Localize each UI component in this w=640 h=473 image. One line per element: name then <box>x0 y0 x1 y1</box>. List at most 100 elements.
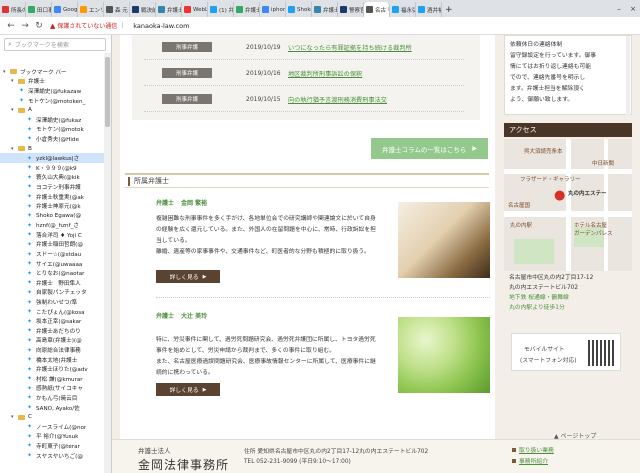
bookmark-item[interactable]: ✦ 自家製パンチェッタ <box>0 288 111 298</box>
column-more-button[interactable]: 弁護士コラムの一覧はこちら ▶ <box>371 138 488 159</box>
lawyer-detail-button[interactable]: 詳しく見る ▶ <box>156 383 220 396</box>
tab-favicon-icon <box>366 6 373 13</box>
category-badge: 刑事弁護 <box>162 42 212 52</box>
lawyers-section-title: 所属弁護士 <box>125 173 489 188</box>
bookmark-item[interactable]: ✦ モトケン(@motoken_ <box>0 96 111 106</box>
bookmark-item[interactable]: ✦ 弁護士ほりた(@adv <box>0 364 111 374</box>
browser-tab[interactable]: Shoko× <box>286 2 312 17</box>
column-title-link[interactable]: 地区裁判所刑事訴訟の保釈 <box>288 69 362 78</box>
browser-tab[interactable]: 弁護士× <box>234 2 260 17</box>
bookmark-item[interactable]: ✦ 寺町東子(@terar <box>0 441 111 451</box>
browser-tab[interactable]: 弁護士× <box>312 2 338 17</box>
column-title-link[interactable]: 向の執行猶予言渡刑務消費刑事法交 <box>288 95 387 104</box>
browser-tab[interactable]: WebL× <box>182 2 208 17</box>
minimize-icon[interactable]: – <box>612 0 626 17</box>
bookmark-item[interactable]: ✦ 橋本太地(弁護士 <box>0 355 111 365</box>
bookmark-item[interactable]: ✦ K・９９９(@k9 <box>0 163 111 173</box>
chevron-down-icon[interactable]: ▾ <box>11 414 18 420</box>
bookmark-item[interactable]: ✦ 弁護士稲田哲朗(@ <box>0 240 111 250</box>
chevron-down-icon[interactable]: ▾ <box>3 69 10 75</box>
new-tab-icon[interactable]: + <box>442 2 456 17</box>
bookmark-item[interactable]: ✦ こたぴょん(@kosa <box>0 307 111 317</box>
close-window-icon[interactable]: × <box>626 0 640 17</box>
browser-tab[interactable]: 福永弘× <box>390 2 416 17</box>
mobile-site-banner[interactable]: モバイルサイト (スマートフォン対応) <box>511 333 621 371</box>
back-icon[interactable]: ← <box>4 19 18 33</box>
browser-tab[interactable]: 酒井裕× <box>416 2 442 17</box>
notice-line: 留守録設定を行っています。御事 <box>510 53 597 59</box>
bookmark-item[interactable]: ✦ 強制わいせつ/準 <box>0 297 111 307</box>
reload-icon[interactable]: ↻ <box>32 19 46 33</box>
browser-tab[interactable]: エンリ× <box>78 2 104 17</box>
chevron-down-icon[interactable]: ▾ <box>11 146 18 152</box>
bookmark-folder[interactable]: ▾ C <box>0 412 111 422</box>
browser-tab[interactable]: 警察官× <box>338 2 364 17</box>
map-pin-icon[interactable]: ● <box>554 189 565 203</box>
bookmark-folder[interactable]: ▾ 弁護士 <box>0 77 111 87</box>
browser-tab[interactable]: (1) 弁× <box>208 2 234 17</box>
twitter-bird-icon: ✦ <box>27 288 33 296</box>
bookmark-item[interactable]: ✦ yzkl@lawkus|さ <box>0 153 111 163</box>
bookmark-item[interactable]: ✦ hznf(@_hznf_さ <box>0 221 111 231</box>
browser-tab[interactable]: iphon× <box>260 2 286 17</box>
footer-link[interactable]: 事務所紹介 <box>512 456 554 467</box>
bookmark-item[interactable]: ✦ 小倉秀夫(@Hide <box>0 134 111 144</box>
bookmark-item[interactable]: ✦ かもん弓(暁云目 <box>0 393 111 403</box>
bookmark-item[interactable]: ✦ 高島章(弁護士)(@ <box>0 336 111 346</box>
mobile-site-sublabel: (スマートフォン対応) <box>520 358 577 364</box>
bookmark-item[interactable]: ✦ 平 裕介(@Yusuk <box>0 432 111 442</box>
bookmark-item[interactable]: ✦ 感熱紙(サイコキャ <box>0 384 111 394</box>
forward-icon[interactable]: → <box>18 19 32 33</box>
browser-tab[interactable]: 所長の× <box>0 2 26 17</box>
browser-tab[interactable]: 名古× <box>364 2 390 17</box>
browser-tab[interactable]: 弁護士× <box>156 2 182 17</box>
bookmark-item[interactable]: ✦ SANO, Ayako/佐 <box>0 403 111 413</box>
bookmark-item[interactable]: ✦ 向原総合法律事務 <box>0 345 111 355</box>
chevron-down-icon[interactable]: ▾ <box>11 107 18 113</box>
bookmark-item[interactable]: ✦ 坂本正幸(@sakar <box>0 316 111 326</box>
chevron-down-icon[interactable]: ▾ <box>11 78 18 84</box>
bookmark-item[interactable]: ✦ 蓑久山大典(@kik <box>0 173 111 183</box>
bookmark-item[interactable]: ✦ 弁護士秋重実(@ak <box>0 192 111 202</box>
tab-favicon-icon <box>262 6 269 13</box>
bookmark-label: ノースライム(@nor <box>36 424 87 431</box>
tab-label: 弁護士 <box>323 7 338 14</box>
bookmark-item[interactable]: ✦ 村松 謙(@kmurar <box>0 374 111 384</box>
security-warning[interactable]: ▲ 保護されていない通信 <box>50 21 117 31</box>
column-title-link[interactable]: いつになったら有罪証拠を持ち続ける裁判所 <box>288 43 412 52</box>
sidebar-scrollbar[interactable] <box>104 53 111 473</box>
bookmark-item[interactable]: ✦ 落合洋司 ♦ Yoji C <box>0 230 111 240</box>
bookmark-item[interactable]: ✦ スヤスヤいちご(@ <box>0 451 111 461</box>
bookmark-folder[interactable]: ▾ ブックマーク バー <box>0 67 111 77</box>
bookmark-item[interactable]: ✦ スドー☆(@stdau <box>0 249 111 259</box>
folder-icon <box>18 146 25 152</box>
bookmark-item[interactable]: ✦ 弁護士 野田隼人 <box>0 278 111 288</box>
bookmark-item[interactable]: ✦ ヨコテン刑事弁護 <box>0 182 111 192</box>
tab-favicon-icon <box>340 6 347 13</box>
bookmark-item[interactable]: ✦ モトケン(@motok <box>0 125 111 135</box>
bookmark-search-input[interactable]: ⌕ ブックマークを検索 <box>4 38 106 51</box>
footer-link[interactable]: 取り扱い業務 <box>512 445 554 456</box>
sidebar-scroll-thumb[interactable] <box>105 57 110 127</box>
bookmark-item[interactable]: ✦ 弁護士あだちのり <box>0 326 111 336</box>
lawyer-description: 特に、労災事件に関して、過労死問題研究会、過労死弁護団に所属し、トヨタ過労死事件… <box>156 335 380 379</box>
browser-tab[interactable]: 田口事× <box>26 2 52 17</box>
bookmark-item[interactable]: ✦ Shoko Egawa(@ <box>0 211 111 221</box>
bookmark-item[interactable]: ✦ ノースライム(@nor <box>0 422 111 432</box>
bookmark-folder[interactable]: ▾ B <box>0 144 111 154</box>
lawyer-detail-button[interactable]: 詳しく見る ▶ <box>156 270 220 283</box>
bookmark-item[interactable]: ✦ とりなお(@naotar <box>0 268 111 278</box>
bookmark-item[interactable]: ✦ サイエ(@uwaaaa <box>0 259 111 269</box>
bookmark-tree: ▾ ブックマーク バー ▾ 弁護士 ✦ 深澤諭史(@fukazaw ✦ モトケン(@motok… <box>0 67 111 461</box>
bookmark-item[interactable]: ✦ 深澤諭史(@fukaz <box>0 115 111 125</box>
bookmark-item[interactable]: ✦ 深澤諭史(@fukazaw <box>0 86 111 96</box>
browser-tab[interactable]: 森 元× <box>104 2 130 17</box>
url-text[interactable]: kanaoka-law.com <box>133 22 189 30</box>
tab-bar: 所長の×田口事×Googl×エンリ×森 元×戦決前×弁護士×WebL×(1) 弁… <box>0 0 640 17</box>
browser-tab[interactable]: Googl× <box>52 2 78 17</box>
bookmark-folder[interactable]: ▾ A <box>0 105 111 115</box>
access-map[interactable]: 呉大須読売条本 中日新聞 フラザード・ギャラリー 丸の内エステー 名古屋国 丸の… <box>504 139 632 271</box>
browser-tab[interactable]: 戦決前× <box>130 2 156 17</box>
bookmark-item[interactable]: ✦ 弁護士神原元(@k <box>0 201 111 211</box>
notice-scrollbar[interactable] <box>626 36 630 116</box>
